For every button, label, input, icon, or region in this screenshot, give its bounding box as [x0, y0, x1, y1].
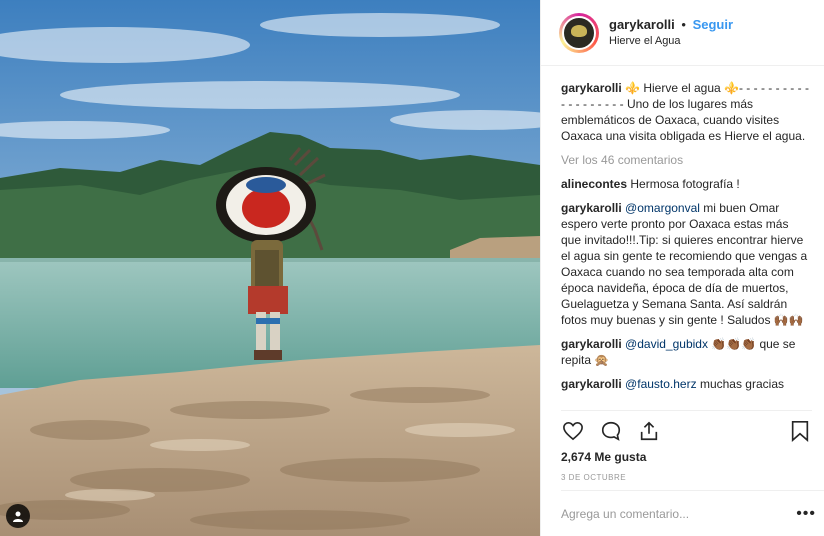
share-icon[interactable]: [637, 419, 661, 443]
comment-item: alinecontes Hermosa fotografía !: [561, 176, 810, 192]
user-tag-icon[interactable]: [6, 504, 30, 528]
heart-icon[interactable]: [561, 419, 585, 443]
post-sidebar: garykarolli • Seguir Hierve el Agua gary…: [540, 0, 824, 536]
bookmark-icon[interactable]: [788, 419, 812, 443]
comment-mention[interactable]: @omargonval: [625, 201, 700, 215]
comment-item: garykarolli @omargonval mi buen Omar esp…: [561, 200, 810, 328]
comment-item: garykarolli @david_gubidx 👏🏾👏🏾👏🏾 que se …: [561, 336, 810, 368]
comment-username[interactable]: garykarolli: [561, 201, 622, 215]
comment-bubble-icon[interactable]: [599, 419, 623, 443]
location-link[interactable]: Hierve el Agua: [609, 33, 733, 49]
post-username[interactable]: garykarolli: [609, 17, 675, 32]
comment-username[interactable]: garykarolli: [561, 337, 622, 351]
comment-username[interactable]: garykarolli: [561, 377, 622, 391]
comment-mention[interactable]: @fausto.herz: [625, 377, 697, 391]
landscape-image: [0, 0, 540, 536]
post-header: garykarolli • Seguir Hierve el Agua: [541, 0, 824, 66]
caption: garykarolli ⚜️ Hierve el agua ⚜️- - - - …: [561, 80, 810, 144]
view-all-comments[interactable]: Ver los 46 comentarios: [561, 152, 810, 168]
post-date: 3 DE OCTUBRE: [561, 473, 627, 482]
action-bar: [561, 410, 812, 451]
comments-list[interactable]: garykarolli ⚜️ Hierve el agua ⚜️- - - - …: [561, 80, 810, 410]
post-photo[interactable]: [0, 0, 540, 536]
comment-item: garykarolli @fausto.herz muchas gracias: [561, 376, 810, 392]
add-comment-bar: Agrega un comentario... •••: [561, 490, 824, 536]
comment-text: Hermosa fotografía !: [630, 177, 740, 191]
like-count[interactable]: 2,674 Me gusta: [561, 450, 646, 464]
comment-input[interactable]: Agrega un comentario...: [561, 507, 689, 521]
comment-username[interactable]: alinecontes: [561, 177, 627, 191]
more-options-icon[interactable]: •••: [796, 505, 816, 523]
comment-text: muchas gracias: [699, 377, 784, 391]
follow-button[interactable]: Seguir: [693, 17, 733, 32]
story-ring[interactable]: [559, 12, 599, 53]
comment-mention[interactable]: @david_gubidx: [625, 337, 708, 351]
avatar[interactable]: [562, 15, 596, 50]
caption-username[interactable]: garykarolli: [561, 81, 622, 95]
comment-text: mi buen Omar espero verte pronto por Oax…: [561, 201, 808, 327]
separator-dot: •: [681, 16, 686, 32]
